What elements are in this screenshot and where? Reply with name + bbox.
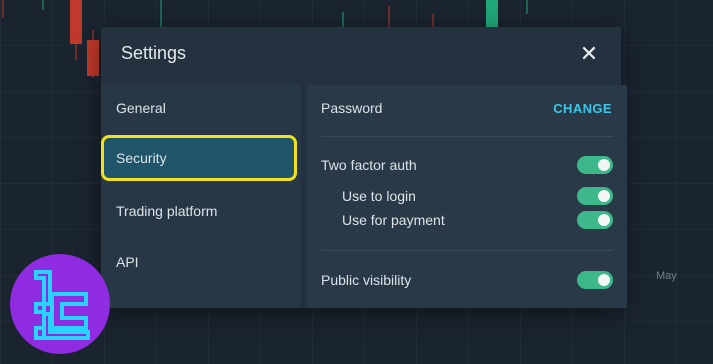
two-factor-auth-label: Two factor auth xyxy=(321,157,417,173)
candlestick xyxy=(0,0,6,18)
toggle-knob xyxy=(598,214,610,226)
candlestick xyxy=(486,0,498,28)
sidebar-item-api[interactable]: API xyxy=(101,239,301,285)
security-settings-panel: Password CHANGE Two factor auth Use to l… xyxy=(301,85,627,308)
use-to-login-label: Use to login xyxy=(342,188,416,204)
use-for-payment-toggle[interactable] xyxy=(577,211,613,229)
divider xyxy=(321,250,613,251)
candlestick xyxy=(158,0,164,28)
dialog-title: Settings xyxy=(121,43,187,63)
two-factor-auth-toggle[interactable] xyxy=(577,156,613,174)
public-visibility-label: Public visibility xyxy=(321,272,412,288)
month-axis-label: May xyxy=(656,270,677,282)
divider xyxy=(321,136,613,137)
toggle-knob xyxy=(598,190,610,202)
toggle-knob xyxy=(598,274,610,286)
sidebar-item-general[interactable]: General xyxy=(101,85,301,131)
settings-dialog: Settings ✕ General Security Trading plat… xyxy=(101,27,627,308)
candlestick xyxy=(430,14,436,28)
sidebar-item-trading-platform[interactable]: Trading platform xyxy=(101,188,301,234)
toggle-knob xyxy=(598,159,610,171)
settings-sidebar: General Security Trading platform API xyxy=(101,85,301,308)
candlestick xyxy=(70,0,82,60)
use-for-payment-label: Use for payment xyxy=(342,212,445,228)
candlestick xyxy=(524,0,530,14)
use-to-login-toggle[interactable] xyxy=(577,187,613,205)
candlestick xyxy=(386,6,392,28)
sidebar-item-security[interactable]: Security xyxy=(101,135,297,181)
candlestick xyxy=(40,0,46,10)
public-visibility-toggle[interactable] xyxy=(577,271,613,289)
change-password-button[interactable]: CHANGE xyxy=(553,101,612,116)
brand-logo-icon xyxy=(10,254,110,354)
close-icon[interactable]: ✕ xyxy=(579,43,599,65)
candlestick xyxy=(87,30,99,78)
candlestick xyxy=(340,12,346,28)
